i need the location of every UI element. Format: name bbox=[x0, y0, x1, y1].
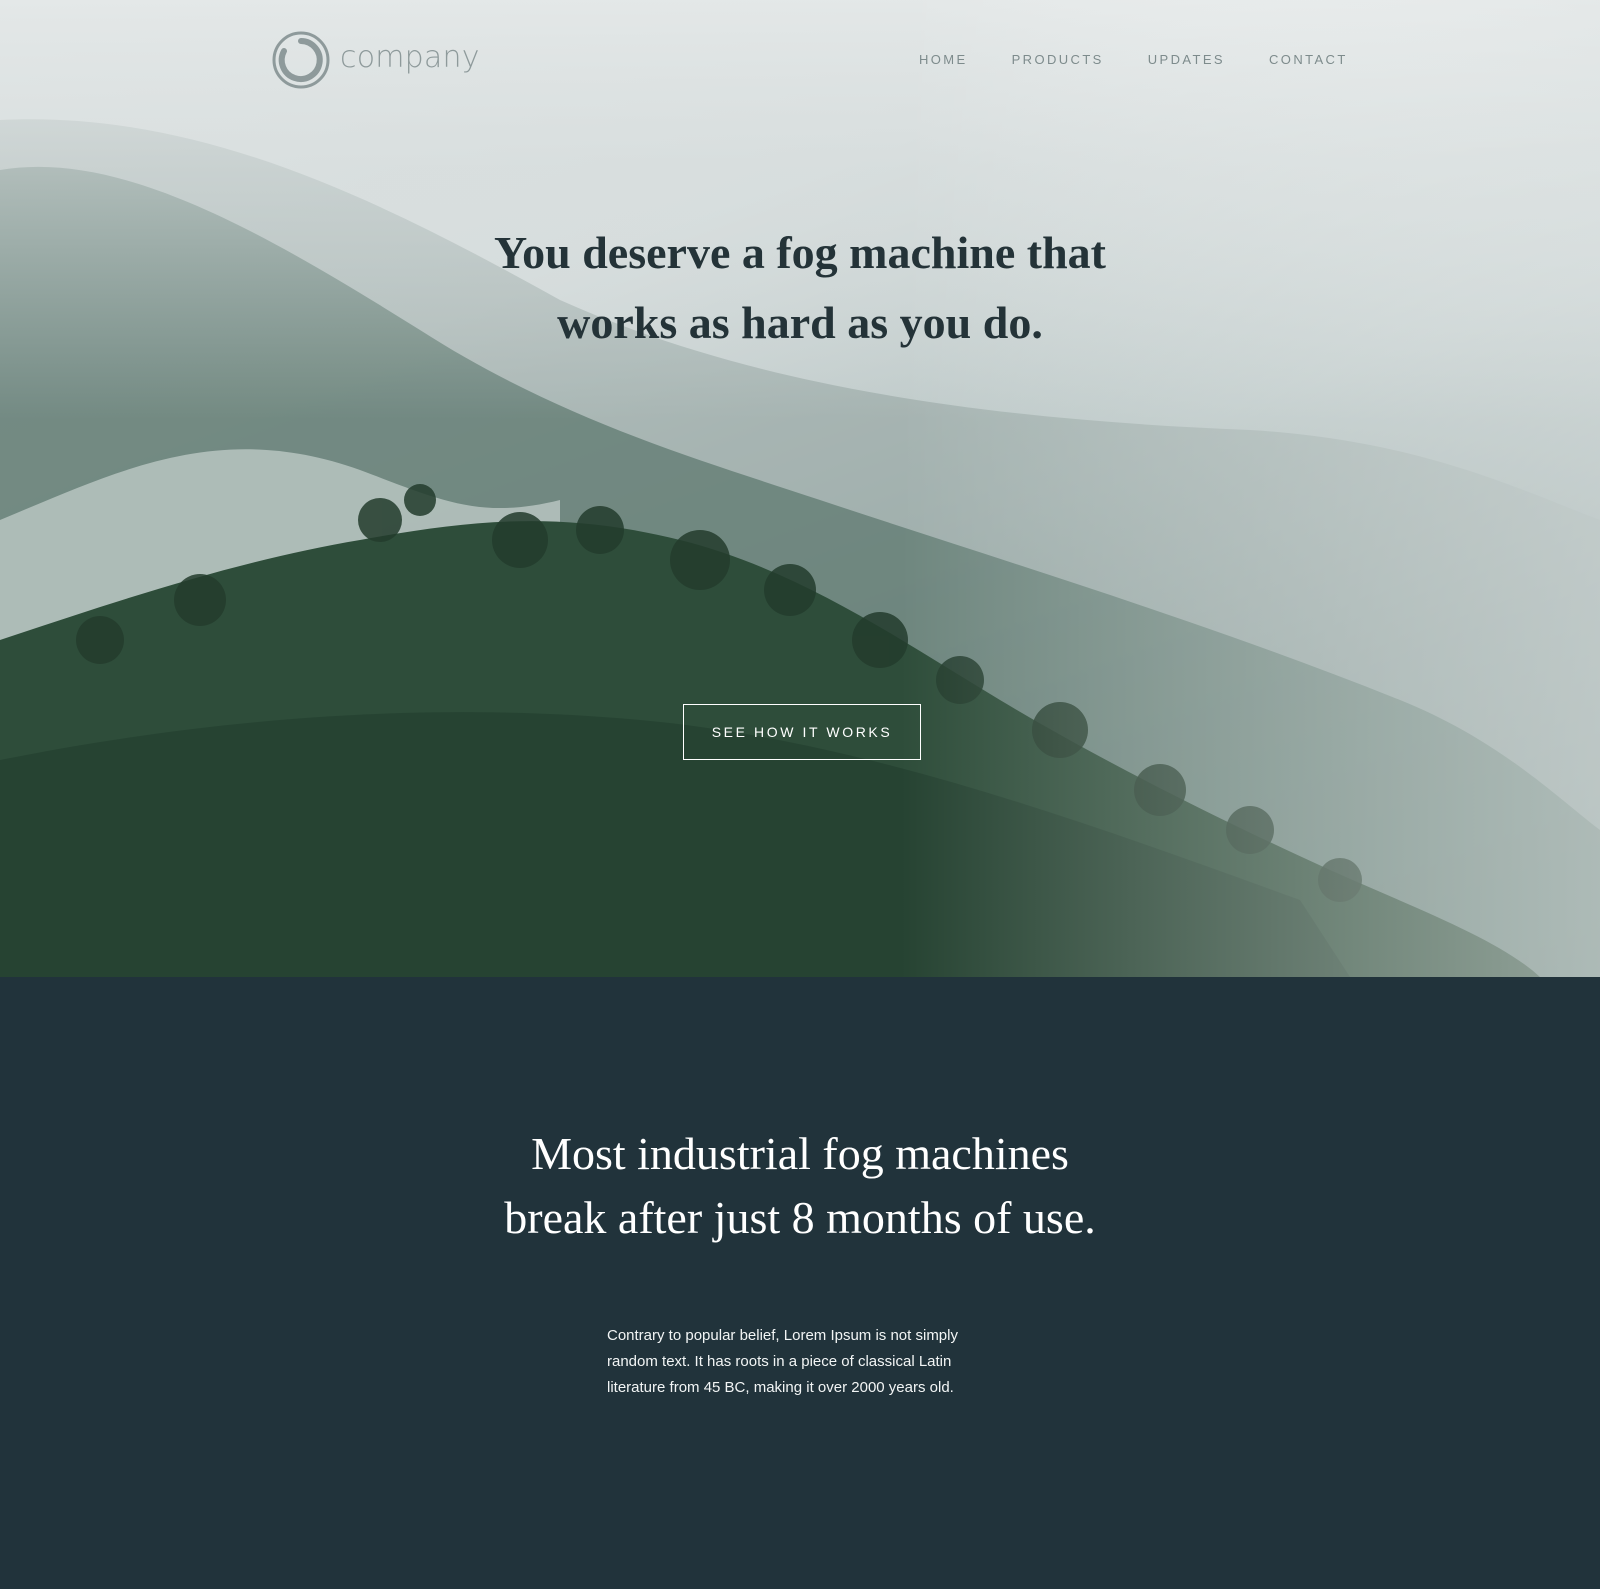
info-paragraph-line-2: random text. It has roots in a piece of … bbox=[607, 1353, 952, 1370]
hero-headline: You deserve a fog machine that works as … bbox=[400, 218, 1200, 358]
nav-updates[interactable]: UPDATES bbox=[1148, 52, 1225, 67]
info-headline-line-2: break after just 8 months of use. bbox=[504, 1192, 1096, 1243]
brand-name: company bbox=[340, 39, 480, 75]
nav-contact[interactable]: CONTACT bbox=[1269, 52, 1348, 67]
nav-products[interactable]: PRODUCTS bbox=[1012, 52, 1104, 67]
hero-headline-line-2: works as hard as you do. bbox=[557, 297, 1043, 348]
ring-logo-icon bbox=[272, 31, 330, 89]
hero-headline-line-1: You deserve a fog machine that bbox=[494, 227, 1106, 278]
foggy-forest-background bbox=[0, 0, 1600, 977]
info-headline: Most industrial fog machines break after… bbox=[400, 1122, 1200, 1250]
info-headline-line-1: Most industrial fog machines bbox=[531, 1128, 1069, 1179]
info-paragraph-line-1: Contrary to popular belief, Lorem Ipsum … bbox=[607, 1327, 958, 1344]
info-paragraph: Contrary to popular belief, Lorem Ipsum … bbox=[607, 1323, 987, 1401]
info-section: Most industrial fog machines break after… bbox=[0, 977, 1600, 1589]
company-logo[interactable]: company bbox=[270, 29, 480, 91]
info-paragraph-line-3: literature from 45 BC, making it over 20… bbox=[607, 1379, 954, 1396]
main-nav: HOME PRODUCTS UPDATES CONTACT bbox=[919, 52, 1348, 67]
see-how-it-works-button[interactable]: SEE HOW IT WORKS bbox=[683, 704, 921, 760]
nav-home[interactable]: HOME bbox=[919, 52, 968, 67]
hero-section: company HOME PRODUCTS UPDATES CONTACT Yo… bbox=[0, 0, 1600, 977]
landing-page: company HOME PRODUCTS UPDATES CONTACT Yo… bbox=[0, 0, 1600, 1589]
